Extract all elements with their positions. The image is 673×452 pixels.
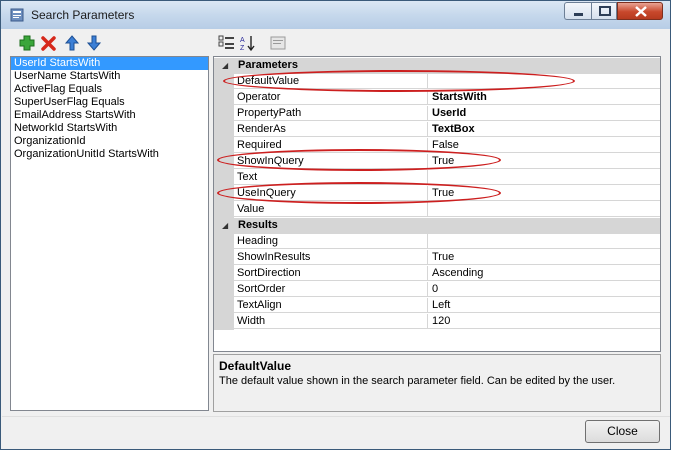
property-pages-button[interactable]: [269, 34, 287, 52]
property-value[interactable]: 0: [428, 282, 660, 297]
list-item[interactable]: SuperUserFlag Equals: [11, 96, 208, 109]
svg-text:A: A: [240, 37, 245, 44]
grid-row[interactable]: Text: [214, 170, 660, 186]
property-value[interactable]: [428, 170, 660, 185]
grid-row[interactable]: DefaultValue: [214, 74, 660, 90]
category-results[interactable]: ◢ Results: [214, 218, 660, 234]
property-value[interactable]: StartsWith: [428, 90, 660, 105]
property-name: Heading: [234, 234, 428, 249]
property-grid: ◢ Parameters DefaultValue Operator Start…: [213, 56, 661, 352]
grid-row[interactable]: Heading: [214, 234, 660, 250]
property-pages-icon: [270, 36, 286, 50]
arrow-down-icon: [86, 35, 102, 51]
maximize-icon: [599, 6, 611, 16]
title-bar: Search Parameters: [1, 1, 670, 29]
property-grid-toolbar: A Z: [213, 31, 661, 55]
move-up-button[interactable]: [63, 34, 81, 52]
property-name: Text: [234, 170, 428, 185]
help-title: DefaultValue: [219, 359, 292, 373]
grid-row[interactable]: RenderAs TextBox: [214, 122, 660, 138]
list-item[interactable]: OrganizationId: [11, 135, 208, 148]
property-value[interactable]: True: [428, 154, 660, 169]
app-icon: [10, 8, 24, 22]
alphabetical-button[interactable]: A Z: [239, 34, 257, 52]
category-label: Results: [238, 219, 278, 231]
property-value[interactable]: Ascending: [428, 266, 660, 281]
property-value[interactable]: False: [428, 138, 660, 153]
grid-row[interactable]: ShowInResults True: [214, 250, 660, 266]
svg-text:Z: Z: [240, 45, 245, 52]
list-toolbar: [8, 31, 208, 55]
list-item[interactable]: UserId StartsWith: [11, 57, 208, 70]
grid-row[interactable]: Required False: [214, 138, 660, 154]
property-name: Value: [234, 202, 428, 217]
list-item[interactable]: UserName StartsWith: [11, 70, 208, 83]
property-name: UseInQuery: [234, 186, 428, 201]
property-name: TextAlign: [234, 298, 428, 313]
property-value[interactable]: 120: [428, 314, 660, 329]
property-name: DefaultValue: [234, 74, 428, 89]
property-value[interactable]: [428, 202, 660, 217]
grid-row[interactable]: ShowInQuery True: [214, 154, 660, 170]
property-value[interactable]: True: [428, 186, 660, 201]
close-button[interactable]: Close: [585, 420, 660, 443]
grid-row[interactable]: SortDirection Ascending: [214, 266, 660, 282]
categorized-icon: [218, 35, 234, 49]
grid-row[interactable]: PropertyPath UserId: [214, 106, 660, 122]
move-down-button[interactable]: [85, 34, 103, 52]
property-name: RenderAs: [234, 122, 428, 137]
delete-icon: [41, 36, 56, 51]
grid-row[interactable]: UseInQuery True: [214, 186, 660, 202]
categorized-button[interactable]: [218, 34, 236, 52]
property-value[interactable]: [428, 234, 660, 249]
help-pane: DefaultValue The default value shown in …: [213, 354, 661, 412]
close-window-button[interactable]: [617, 2, 663, 20]
property-value[interactable]: TextBox: [428, 122, 660, 137]
property-name: Required: [234, 138, 428, 153]
category-parameters[interactable]: ◢ Parameters: [214, 58, 660, 74]
property-value[interactable]: True: [428, 250, 660, 265]
window-title: Search Parameters: [31, 8, 135, 22]
grid-row[interactable]: TextAlign Left: [214, 298, 660, 314]
help-description: The default value shown in the search pa…: [219, 375, 616, 387]
grid-row[interactable]: Value: [214, 202, 660, 218]
minimize-button[interactable]: [564, 2, 591, 20]
sort-az-icon: A Z: [240, 36, 255, 52]
property-value[interactable]: UserId: [428, 106, 660, 121]
close-icon: [635, 6, 647, 17]
divider: [2, 416, 670, 417]
add-parameter-button[interactable]: [18, 34, 36, 52]
property-name: SortDirection: [234, 266, 428, 281]
grid-row[interactable]: Width 120: [214, 314, 660, 330]
property-name: Operator: [234, 90, 428, 105]
grid-row[interactable]: SortOrder 0: [214, 282, 660, 298]
parameter-list[interactable]: UserId StartsWith UserName StartsWith Ac…: [10, 56, 209, 411]
property-name: PropertyPath: [234, 106, 428, 121]
property-name: ShowInResults: [234, 250, 428, 265]
list-item[interactable]: NetworkId StartsWith: [11, 122, 208, 135]
maximize-button[interactable]: [591, 2, 617, 20]
property-name: Width: [234, 314, 428, 329]
search-parameters-window: Search Parameters UserId StartsWith User…: [0, 0, 671, 450]
list-item[interactable]: OrganizationUnitId StartsWith: [11, 148, 208, 161]
collapse-triangle-icon[interactable]: ◢: [222, 61, 228, 70]
minimize-icon: [574, 13, 583, 16]
list-item[interactable]: ActiveFlag Equals: [11, 83, 208, 96]
list-item[interactable]: EmailAddress StartsWith: [11, 109, 208, 122]
category-label: Parameters: [238, 59, 298, 71]
property-value[interactable]: Left: [428, 298, 660, 313]
arrow-up-icon: [64, 35, 80, 51]
property-name: SortOrder: [234, 282, 428, 297]
plus-icon: [19, 35, 35, 51]
delete-parameter-button[interactable]: [40, 34, 58, 52]
grid-row[interactable]: Operator StartsWith: [214, 90, 660, 106]
collapse-triangle-icon[interactable]: ◢: [222, 221, 228, 230]
property-name: ShowInQuery: [234, 154, 428, 169]
property-value[interactable]: [428, 74, 660, 89]
